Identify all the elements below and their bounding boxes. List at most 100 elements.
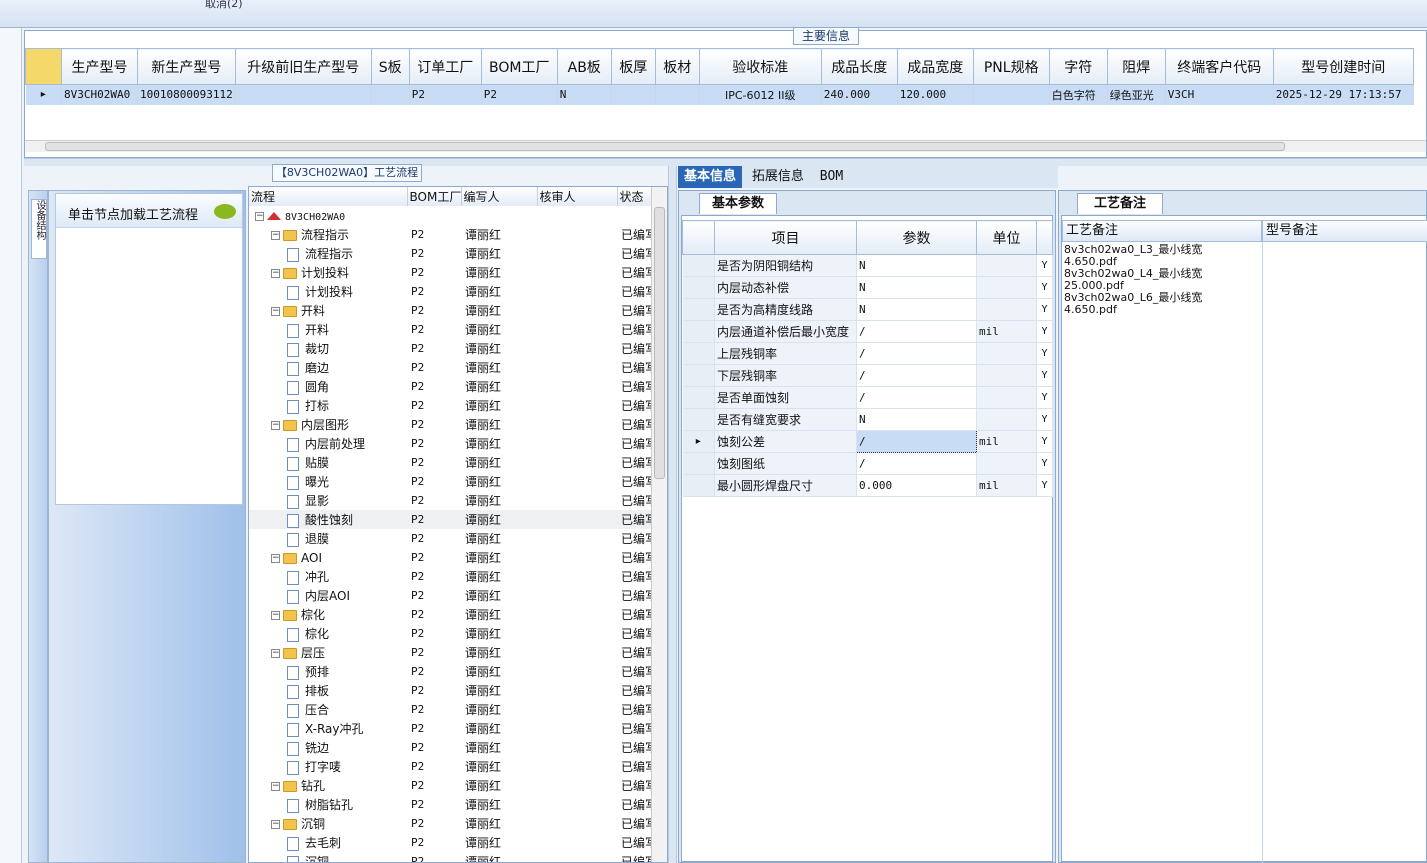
tree-row[interactable]: 开料 P2 谭丽红 已编写 <box>249 320 653 339</box>
tree-node[interactable]: 流程指示 <box>249 244 407 263</box>
tree-column-header[interactable]: 流程 <box>249 187 408 206</box>
tab-process-remarks[interactable]: 工艺备注 <box>1077 193 1163 214</box>
param-value[interactable]: / <box>856 386 977 409</box>
table-cell[interactable] <box>235 84 372 105</box>
tree-node[interactable]: X-Ray冲孔 <box>249 719 407 738</box>
tree-column-header[interactable]: 编写人 <box>461 187 538 206</box>
column-header[interactable]: 升级前旧生产型号 <box>234 48 372 85</box>
param-row[interactable]: 上层残铜率 / Y <box>682 342 1053 365</box>
param-row[interactable]: ▸ 蚀刻公差 / mil Y <box>682 430 1053 453</box>
param-value[interactable]: / <box>856 364 977 387</box>
column-header[interactable]: S板 <box>370 48 410 85</box>
row-indicator[interactable] <box>682 254 715 277</box>
column-header[interactable]: AB板 <box>556 48 612 85</box>
tree-node[interactable]: 圆角 <box>249 377 407 396</box>
column-header[interactable]: 项目 <box>714 220 857 255</box>
collapse-toggle[interactable]: − <box>271 820 280 829</box>
table-cell[interactable] <box>973 84 1050 105</box>
column-header[interactable]: 成品宽度 <box>896 48 974 85</box>
tree-node[interactable]: 树脂钻孔 <box>249 795 407 814</box>
tree-column-header[interactable]: BOM工厂 <box>407 187 462 206</box>
param-value[interactable]: 0.000 <box>856 474 977 497</box>
collapse-toggle[interactable]: − <box>271 649 280 658</box>
collapse-toggle[interactable]: − <box>255 211 264 221</box>
column-header[interactable]: 型号创建时间 <box>1272 48 1414 85</box>
tree-node[interactable]: 内层AOI <box>249 586 407 605</box>
tree-node[interactable]: 开料 <box>249 320 407 339</box>
table-cell[interactable] <box>371 84 410 105</box>
param-row[interactable]: 是否有缝宽要求 N Y <box>682 408 1053 431</box>
tree-node[interactable]: − 开料 <box>249 301 407 320</box>
tree-node-root[interactable]: − 8V3CH02WA0 <box>249 206 407 225</box>
tree-row[interactable]: − 棕化 P2 谭丽红 已编写 <box>249 605 653 624</box>
main-grid-hscrollbar[interactable] <box>25 140 1426 152</box>
table-cell[interactable] <box>611 84 656 105</box>
tree-row[interactable]: − 钻孔 P2 谭丽红 已编写 <box>249 776 653 795</box>
tree-node[interactable]: 显影 <box>249 491 407 510</box>
tree-node[interactable]: 曝光 <box>249 472 407 491</box>
horizontal-splitter[interactable] <box>24 158 1427 166</box>
column-header[interactable]: 字符 <box>1048 48 1108 85</box>
param-value[interactable]: N <box>856 298 977 321</box>
tree-row[interactable]: 铣边 P2 谭丽红 已编写 <box>249 738 653 757</box>
tree-node[interactable]: − 计划投料 <box>249 263 407 282</box>
row-indicator[interactable] <box>682 342 715 365</box>
row-indicator[interactable] <box>682 408 715 431</box>
row-indicator[interactable] <box>682 452 715 475</box>
row-indicator[interactable] <box>682 364 715 387</box>
tree-node[interactable]: − AOI <box>249 548 407 567</box>
tree-node[interactable]: 预排 <box>249 662 407 681</box>
row-indicator[interactable]: ▸ <box>682 430 715 453</box>
tree-row[interactable]: 内层前处理 P2 谭丽红 已编写 <box>249 434 653 453</box>
tree-row[interactable]: − 流程指示 P2 谭丽红 已编写 <box>249 225 653 244</box>
tree-row[interactable]: 退膜 P2 谭丽红 已编写 <box>249 529 653 548</box>
table-cell[interactable]: 8V3CH02WA0 <box>61 84 138 105</box>
tree-column-header[interactable]: 核审人 <box>537 187 618 206</box>
tree-node[interactable]: 内层前处理 <box>249 434 407 453</box>
tree-row[interactable]: X-Ray冲孔 P2 谭丽红 已编写 <box>249 719 653 738</box>
process-remark-text[interactable]: 8v3ch02wa0_L3_最小线宽 4.650.pdf 8v3ch02wa0_L4… <box>1064 244 1244 316</box>
tree-node[interactable]: 打字唛 <box>249 757 407 776</box>
table-cell[interactable]: N <box>557 84 612 105</box>
table-cell[interactable]: IPC-6012 II级 <box>699 84 822 105</box>
param-value[interactable]: / <box>856 452 977 475</box>
tree-node[interactable]: − 内层图形 <box>249 415 407 434</box>
subtab-basic-params[interactable]: 基本参数 <box>699 193 777 214</box>
row-indicator[interactable] <box>682 474 715 497</box>
param-value[interactable]: / <box>856 320 977 343</box>
param-value[interactable]: / <box>856 430 977 453</box>
table-cell[interactable]: 2025-12-29 17:13:57 <box>1273 84 1414 105</box>
row-indicator[interactable] <box>682 386 715 409</box>
row-indicator[interactable]: ▸ <box>25 84 62 105</box>
tree-node[interactable]: 裁切 <box>249 339 407 358</box>
tree-row[interactable]: 圆角 P2 谭丽红 已编写 <box>249 377 653 396</box>
tree-row[interactable]: 曝光 P2 谭丽红 已编写 <box>249 472 653 491</box>
tab-bom[interactable]: BOM <box>814 166 849 188</box>
tree-row[interactable]: 棕化 P2 谭丽红 已编写 <box>249 624 653 643</box>
tree-column-header[interactable]: 状态 <box>617 187 654 206</box>
param-row[interactable]: 内层通道补偿后最小宽度 / mil Y <box>682 320 1053 343</box>
param-value[interactable]: N <box>856 276 977 299</box>
tree-node[interactable]: 去毛刺 <box>249 833 407 852</box>
collapse-toggle[interactable]: − <box>271 231 280 240</box>
column-header[interactable]: 板材 <box>654 48 700 85</box>
load-process-item[interactable]: 单击节点加载工艺流程 <box>56 194 242 228</box>
param-row[interactable]: 蚀刻图纸 / Y <box>682 452 1053 475</box>
tree-node[interactable]: 排板 <box>249 681 407 700</box>
tree-node[interactable]: 磨边 <box>249 358 407 377</box>
tree-row[interactable]: 沉铜 P2 谭丽红 已编写 <box>249 852 653 862</box>
column-header[interactable]: 板厚 <box>610 48 656 85</box>
row-indicator[interactable] <box>682 320 715 343</box>
column-header[interactable]: 生产型号 <box>61 48 138 85</box>
column-header[interactable]: 订单工厂 <box>408 48 482 85</box>
tree-node[interactable]: 打标 <box>249 396 407 415</box>
column-header[interactable]: 验收标准 <box>698 48 822 85</box>
tree-row[interactable]: 计划投料 P2 谭丽红 已编写 <box>249 282 653 301</box>
tree-row[interactable]: 排板 P2 谭丽红 已编写 <box>249 681 653 700</box>
tree-row[interactable]: 酸性蚀刻 P2 谭丽红 已编写 <box>249 510 653 529</box>
tree-node[interactable]: 压合 <box>249 700 407 719</box>
column-header[interactable]: BOM工厂 <box>480 48 558 85</box>
tree-node[interactable]: 沉铜 <box>249 852 407 862</box>
tree-row[interactable]: − 计划投料 P2 谭丽红 已编写 <box>249 263 653 282</box>
row-indicator[interactable] <box>682 298 715 321</box>
